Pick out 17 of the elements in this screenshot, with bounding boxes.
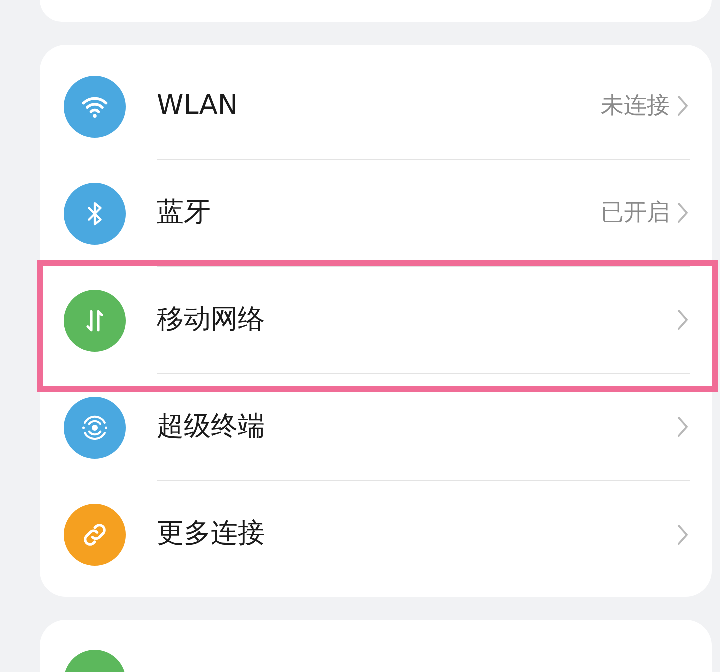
row-label: 蓝牙	[157, 196, 212, 230]
settings-row[interactable]: WLAN 未连接	[40, 53, 712, 160]
row-label: 移动网络	[157, 302, 266, 337]
row-label: 超级终端	[157, 410, 266, 444]
chevron-right-icon	[676, 308, 690, 332]
settings-row[interactable]: 移动网络	[40, 267, 712, 374]
row-value: 已开启	[601, 198, 670, 228]
row-value: 未连接	[601, 92, 670, 121]
row-label: WLAN	[157, 88, 240, 123]
chevron-right-icon	[676, 94, 690, 118]
settings-row[interactable]: 蓝牙 已开启	[40, 160, 712, 267]
chevron-right-icon	[676, 415, 690, 439]
chevron-right-icon	[676, 201, 690, 225]
row-label: 更多连接	[157, 517, 266, 552]
chevron-right-icon	[676, 522, 690, 546]
settings-row[interactable]: 超级终端	[40, 374, 712, 481]
settings-row[interactable]: 更多连接	[40, 481, 712, 588]
